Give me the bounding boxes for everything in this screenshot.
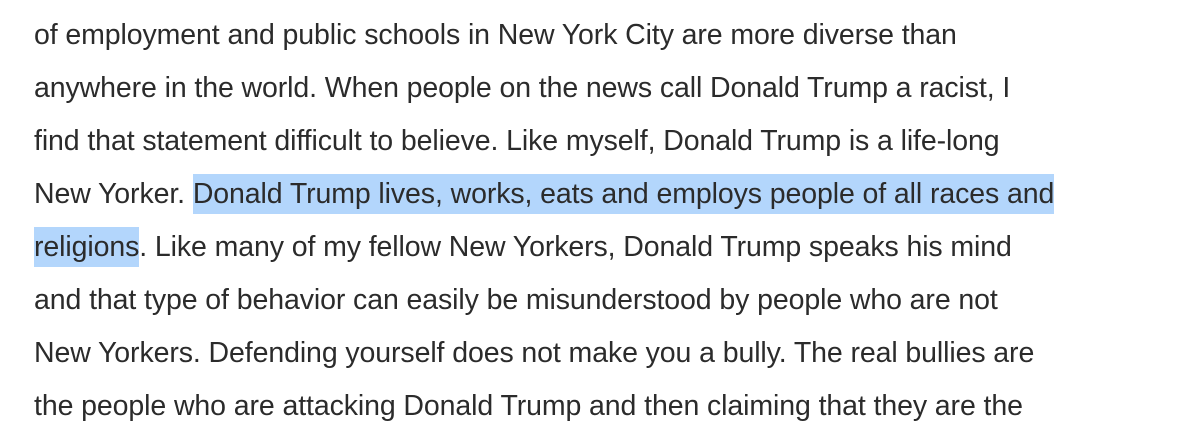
article-line: religions. Like many of my fellow New Yo… bbox=[34, 226, 1012, 268]
selected-text[interactable]: religions bbox=[34, 231, 139, 263]
line-text: New Yorker. bbox=[34, 178, 193, 210]
line-text: . Like many of my fellow New Yorkers, Do… bbox=[139, 231, 1012, 263]
article-line: the people who are attacking Donald Trum… bbox=[34, 390, 1023, 422]
selected-text[interactable]: Donald Trump lives, works, eats and empl… bbox=[192, 178, 1054, 210]
article-line: of employment and public schools in New … bbox=[34, 19, 957, 51]
article-line: New Yorkers. Defending yourself does not… bbox=[34, 337, 1035, 369]
article-line: anywhere in the world. When people on th… bbox=[34, 72, 1011, 104]
article-line: and that type of behavior can easily be … bbox=[34, 284, 998, 316]
article-line: find that statement difficult to believe… bbox=[34, 125, 1000, 157]
article-line: New Yorker. Donald Trump lives, works, e… bbox=[34, 173, 1054, 215]
